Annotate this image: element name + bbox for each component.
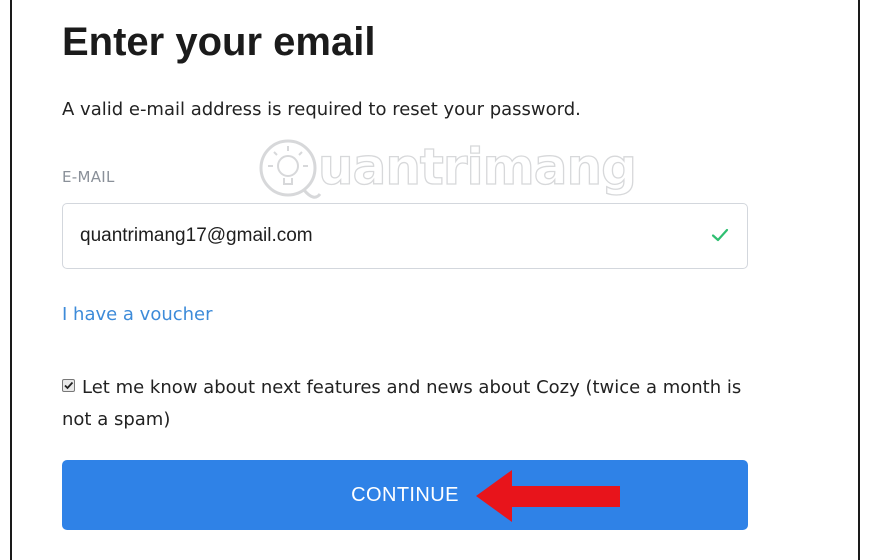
- check-icon: [711, 228, 729, 242]
- newsletter-label: Let me know about next features and news…: [62, 377, 742, 430]
- email-field: [62, 203, 748, 269]
- continue-button[interactable]: CONTINUE: [62, 460, 748, 530]
- email-label: E-MAIL: [62, 168, 115, 186]
- newsletter-checkbox[interactable]: [62, 379, 75, 392]
- bulb-icon: [259, 139, 322, 199]
- watermark: uantrimang: [254, 128, 638, 210]
- voucher-link[interactable]: I have a voucher: [62, 302, 213, 328]
- reset-password-panel: Enter your email A valid e-mail address …: [0, 0, 869, 560]
- watermark-text: uantrimang: [317, 137, 637, 196]
- newsletter-option: Let me know about next features and news…: [62, 372, 742, 436]
- window-border-left: [10, 0, 12, 560]
- red-arrow-icon: [476, 470, 620, 522]
- window-border-right: [858, 0, 860, 560]
- checkmark-icon: [64, 381, 74, 390]
- page-title: Enter your email: [62, 20, 376, 64]
- email-input[interactable]: [80, 204, 680, 268]
- continue-button-label: CONTINUE: [351, 484, 459, 506]
- page-description: A valid e-mail address is required to re…: [62, 99, 581, 120]
